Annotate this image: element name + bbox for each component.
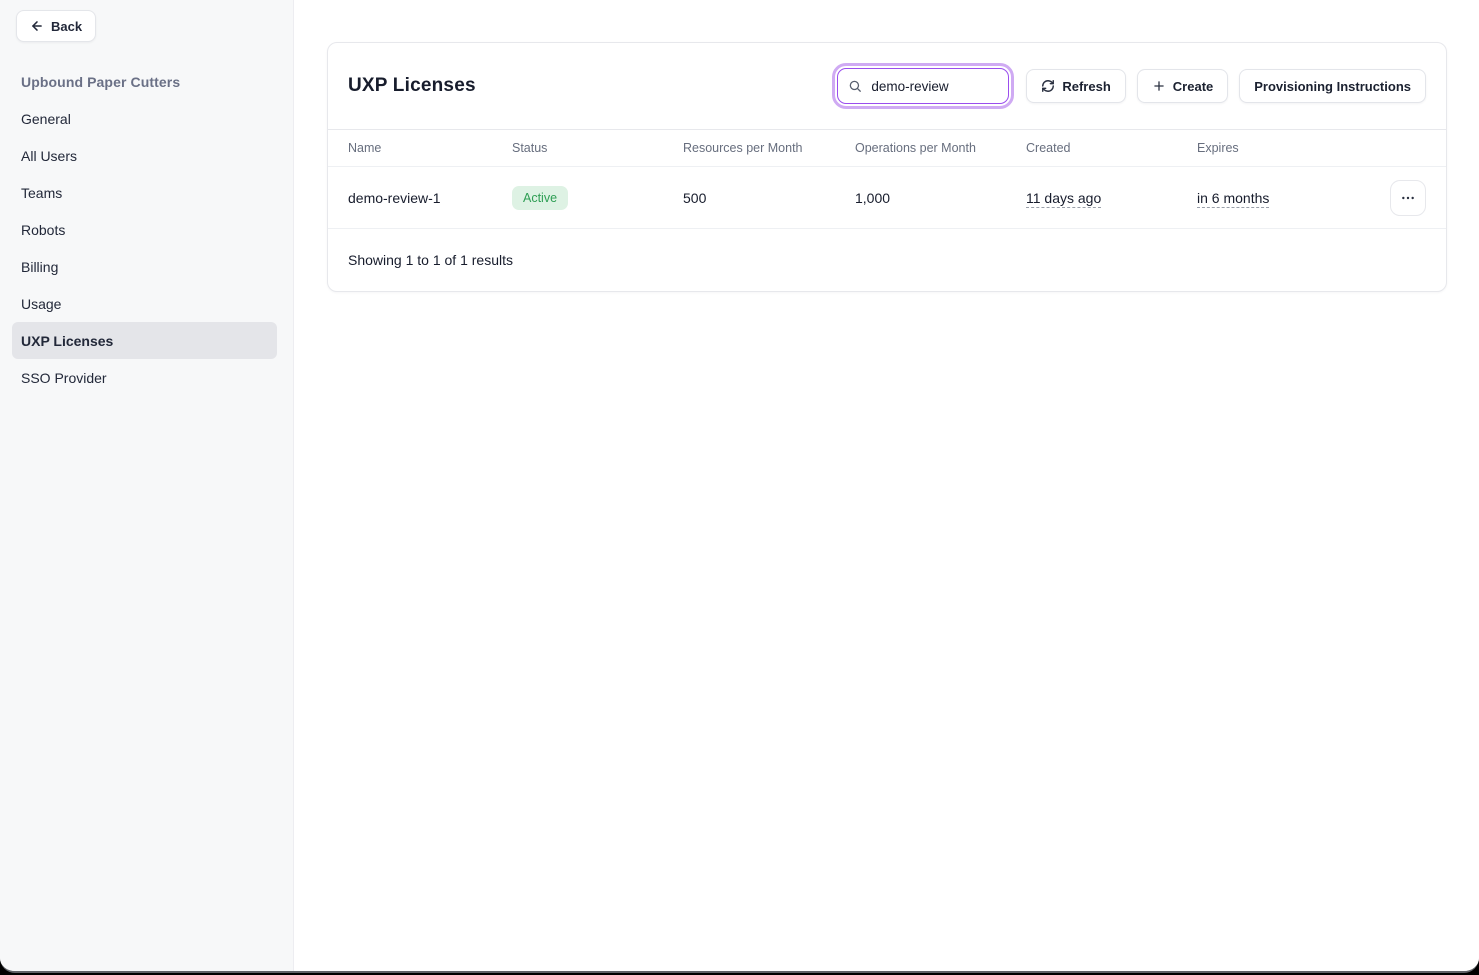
expires-value[interactable]: in 6 months — [1197, 190, 1269, 206]
back-button-label: Back — [51, 19, 82, 34]
created-cell: 11 days ago — [1026, 190, 1197, 206]
license-name: demo-review-1 — [348, 190, 512, 206]
arrow-left-icon — [30, 19, 44, 33]
provisioning-instructions-label: Provisioning Instructions — [1254, 79, 1411, 94]
column-header-operations: Operations per Month — [855, 141, 1026, 155]
main-content: UXP Licenses — [294, 0, 1479, 971]
refresh-button-label: Refresh — [1062, 79, 1110, 94]
card-header: UXP Licenses — [328, 43, 1446, 130]
column-header-expires: Expires — [1197, 141, 1370, 155]
header-actions: Refresh Create Provisioning Instructions — [832, 63, 1426, 109]
search-input[interactable] — [837, 68, 1009, 104]
create-button-label: Create — [1173, 79, 1213, 94]
results-summary: Showing 1 to 1 of 1 results — [328, 229, 1446, 291]
sidebar-item-uxp-licenses[interactable]: UXP Licenses — [12, 322, 277, 359]
sidebar-nav: Upbound Paper Cutters General All Users … — [12, 63, 277, 396]
sidebar-item-usage[interactable]: Usage — [12, 285, 277, 322]
expires-cell: in 6 months — [1197, 190, 1370, 206]
table-row: demo-review-1 Active 500 1,000 11 days a… — [328, 167, 1446, 229]
app-window: Back Upbound Paper Cutters General All U… — [0, 0, 1479, 973]
page-title: UXP Licenses — [348, 75, 476, 97]
created-value[interactable]: 11 days ago — [1026, 190, 1101, 206]
back-button[interactable]: Back — [16, 10, 96, 42]
license-status-cell: Active — [512, 186, 683, 210]
sidebar-item-billing[interactable]: Billing — [12, 248, 277, 285]
refresh-button[interactable]: Refresh — [1026, 69, 1125, 103]
provisioning-instructions-button[interactable]: Provisioning Instructions — [1239, 69, 1426, 103]
sidebar-item-sso-provider[interactable]: SSO Provider — [12, 359, 277, 396]
column-header-status: Status — [512, 141, 683, 155]
org-name: Upbound Paper Cutters — [12, 63, 277, 100]
table-header-row: Name Status Resources per Month Operatio… — [328, 130, 1446, 167]
column-header-resources: Resources per Month — [683, 141, 855, 155]
column-header-created: Created — [1026, 141, 1197, 155]
status-badge: Active — [512, 186, 568, 210]
search-icon — [848, 79, 862, 93]
search-field — [832, 63, 1015, 109]
ellipsis-icon — [1400, 190, 1416, 206]
resources-per-month-value: 500 — [683, 190, 855, 206]
row-actions-button[interactable] — [1390, 180, 1426, 216]
settings-sidebar: Back Upbound Paper Cutters General All U… — [0, 0, 294, 971]
sidebar-item-all-users[interactable]: All Users — [12, 137, 277, 174]
sidebar-item-robots[interactable]: Robots — [12, 211, 277, 248]
refresh-icon — [1041, 79, 1055, 93]
operations-per-month-value: 1,000 — [855, 190, 1026, 206]
column-header-name: Name — [348, 141, 512, 155]
create-button[interactable]: Create — [1137, 69, 1228, 103]
sidebar-item-general[interactable]: General — [12, 100, 277, 137]
plus-icon — [1152, 79, 1166, 93]
sidebar-item-teams[interactable]: Teams — [12, 174, 277, 211]
uxp-licenses-card: UXP Licenses — [327, 42, 1447, 292]
